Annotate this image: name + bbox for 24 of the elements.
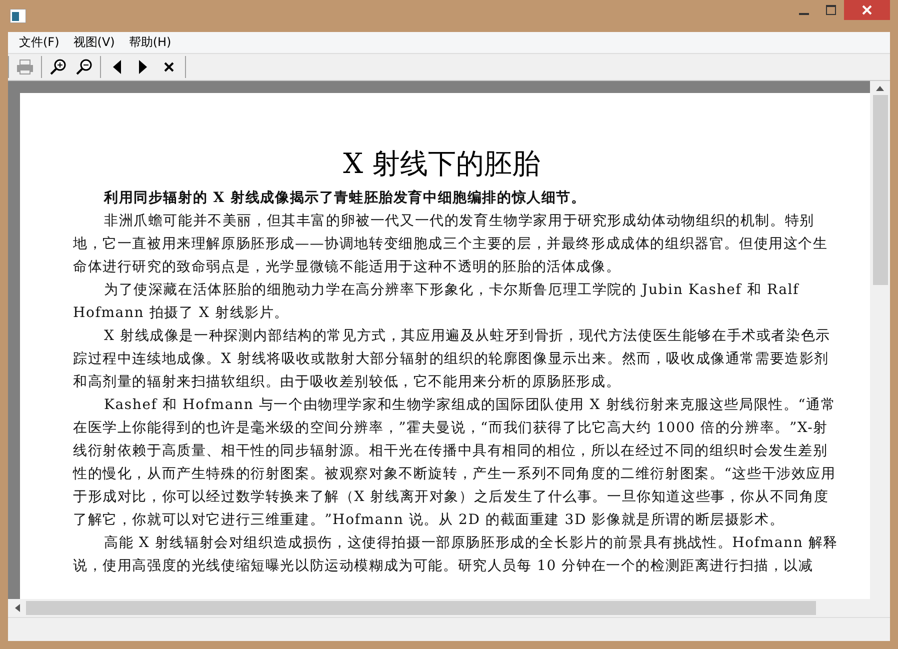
document-title: X 射线下的胚胎 [342,146,541,182]
menu-item[interactable]: 视图(V) [66,34,122,51]
left-arrow-icon [113,60,121,74]
printer-icon [16,59,34,75]
menu-item[interactable]: 帮助(H) [122,34,178,51]
paragraph: Kashef 和 Hofmann 与一个由物理学家和生物学家组成的国际团队使用 X 射线衍射来克服这些局限性。“通常在医学上你能得到的也许是毫米级的空间分辨率，”霍夫曼说，“而我们获得了比它高大约 1000 倍的分辨率。”X-射线衍射依赖于高质量、相干性的同步辐射源。相干光在传播中具有相同的相位，所以在经过不同的组织时会发生差别性的慢化，从而产生特殊的衍射图案。被观察对象不断旋转，产生一系列不同角度的二维衍射图案。“这些干涉效应用于形成对比，你可以经过数学转换来了解（X 射线离开对象）之后发生了什么事。一旦你知道这些事，你从不同角度了解它，你就可以对它进行三维重建。”Hofmann 说。从 2D 的截面重建 3D 影像就是所谓的断层摄影术。 [73,396,837,530]
app-icon [10,9,26,23]
paragraph: 非洲爪蟾可能并不美丽，但其丰富的卵被一代又一代的发育生物学家用于研究形成幼体动物组织的机制。特别地，它一直被用来理解原肠胚形成——协调地转变细胞成三个主要的层，并最终形成成体的组织器官。但使用这个生命体进行研究的致命弱点是，光学显微镜不能适用于这种不透明的胚胎的活体成像。 [73,212,829,277]
zoom-out-icon [76,59,92,75]
close-icon [164,62,174,72]
vertical-scrollbar[interactable] [870,81,890,599]
scroll-up-icon [876,85,884,91]
paragraph: 为了使深藏在活体胚胎的细胞动力学在高分辨率下形象化，卡尔斯鲁厄理工学院的 Jubin Kashef 和 Ralf Hofmann 拍摄了 X 射线影片。 [73,281,800,323]
close-icon [862,5,872,15]
paragraph: X 射线成像是一种探测内部结构的常见方式，其应用遍及从蛀牙到骨折，现代方法使医生能够在手术或者染色示踪过程中连续地成像。X 射线将吸收或散射大部分辐射的组织的轮廓图像显示出来。然而，吸收成像通常需要造影剂和高剂量的辐射来扫描软组织。由于吸收差别较低，它不能用来分析的原肠胚形成。 [73,327,832,392]
menu-item[interactable]: 文件(F) [12,34,66,51]
zoom-in-icon [50,59,66,75]
right-arrow-icon [139,60,147,74]
horizontal-scrollbar[interactable] [8,599,890,617]
maximize-icon [826,5,836,15]
scroll-left-icon [14,604,20,612]
minimize-icon [798,13,808,15]
lead-paragraph: 利用同步辐射的 X 射线成像揭示了青蛙胚胎发育中细胞编排的惊人细节。 [102,188,587,208]
paragraph: 高能 X 射线辐射会对组织造成损伤，这使得拍摄一部原肠胚形成的全长影片的前景具有挑战性。Hofmann 解释说，使用高强度的光线使缩短曝光以防运动模糊成为可能。研究人员每 10 分钟在一个的检测距离进行扫描，以减 [73,534,838,576]
